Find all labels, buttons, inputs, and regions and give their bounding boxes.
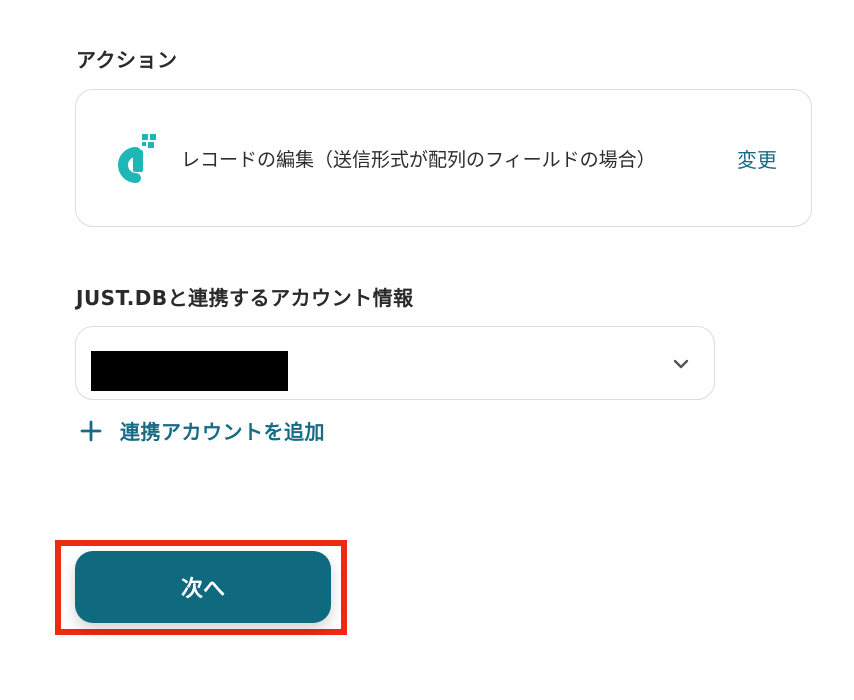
action-card: レコードの編集（送信形式が配列のフィールドの場合） 変更 xyxy=(75,89,812,227)
selected-account-redacted xyxy=(91,351,288,391)
action-section-label: アクション xyxy=(76,48,178,72)
action-settings-page: アクション レコードの編集（送信形式が配列のフィールドの場合） 変更 JUST.… xyxy=(0,0,854,700)
action-name: レコードの編集（送信形式が配列のフィールドの場合） xyxy=(181,149,656,171)
change-action-link[interactable]: 変更 xyxy=(737,144,777,173)
add-account-link[interactable]: 連携アカウントを追加 xyxy=(78,416,325,445)
account-section-label: JUST.DBと連携するアカウント情報 xyxy=(76,286,414,310)
account-select[interactable] xyxy=(75,326,715,400)
add-account-label: 連携アカウントを追加 xyxy=(120,420,325,444)
chevron-down-icon xyxy=(673,359,689,369)
next-button[interactable]: 次へ xyxy=(75,551,331,623)
just-db-logo-icon xyxy=(118,134,156,183)
plus-icon xyxy=(80,420,102,441)
